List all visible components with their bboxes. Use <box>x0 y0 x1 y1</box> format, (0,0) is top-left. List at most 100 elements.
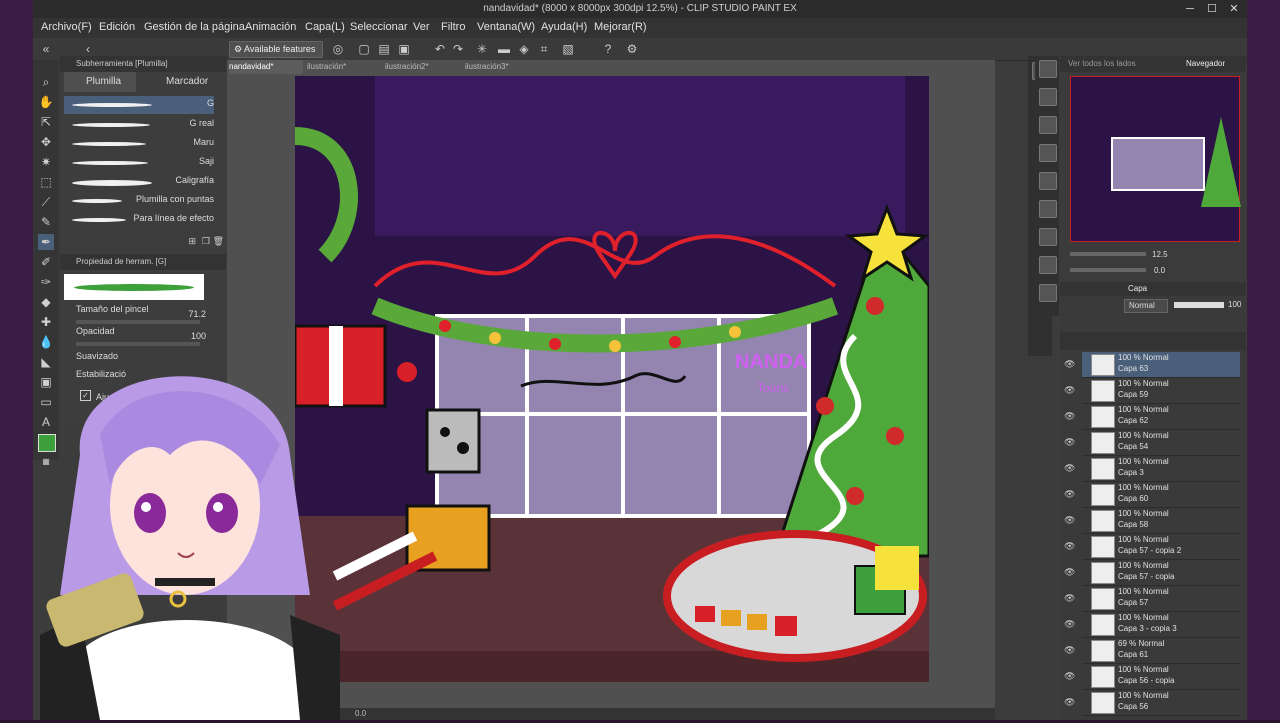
eye-icon[interactable]: 👁 <box>1064 411 1075 421</box>
hand-icon[interactable]: ✋ <box>38 94 54 110</box>
maximize-button[interactable]: ☐ <box>1201 0 1223 18</box>
eye-icon[interactable]: 👁 <box>1064 437 1075 447</box>
tab-ilustracion2[interactable]: ilustración2* <box>385 60 463 74</box>
clip-icon[interactable]: ◎ <box>331 42 345 56</box>
redo-icon[interactable]: ↷ <box>451 42 465 56</box>
brush-g[interactable]: G <box>64 96 214 114</box>
eye-icon[interactable]: 👁 <box>1064 593 1075 603</box>
menu-gestion-pagina[interactable]: Gestión de la página <box>144 21 245 33</box>
brush-size-value[interactable]: 71.2 <box>188 309 206 319</box>
minimize-button[interactable]: ─ <box>1179 0 1201 18</box>
search-layer-icon[interactable] <box>1039 256 1057 274</box>
zoom-icon[interactable]: ⌕ <box>38 74 54 90</box>
eye-icon[interactable]: 👁 <box>1064 541 1075 551</box>
tab-nandavidad[interactable]: nandavidad* <box>229 60 303 74</box>
open-icon[interactable]: ▤ <box>377 42 391 56</box>
layer-row[interactable]: 👁 100 % Normal Capa 63 <box>1064 352 1240 378</box>
tab-ilustracion3[interactable]: ilustración3* <box>465 60 543 74</box>
status-zoom[interactable]: 0.0 <box>355 709 366 718</box>
eraser-icon[interactable]: ◆ <box>38 294 54 310</box>
pen-active-icon[interactable]: ✒ <box>38 234 54 250</box>
zoom-value[interactable]: 12.5 <box>1152 250 1168 259</box>
menu-animacion[interactable]: Animación <box>245 21 296 33</box>
layer-row[interactable]: 👁 100 % Normal Capa 62 <box>1064 404 1240 430</box>
sparkle-tool-icon[interactable]: ✷ <box>38 154 54 170</box>
eye-icon[interactable]: 👁 <box>1064 567 1075 577</box>
blend-mode-select[interactable]: Normal <box>1124 299 1168 313</box>
brush-linea-efecto[interactable]: Para línea de efecto <box>64 211 214 229</box>
layer-row[interactable]: 👁 100 % Normal Capa 57 - copia 2 <box>1064 534 1240 560</box>
navigator-preview[interactable] <box>1070 76 1241 242</box>
layer-row[interactable]: 👁 100 % Normal Capa 3 - copia 3 <box>1064 612 1240 638</box>
eye-icon[interactable]: 👁 <box>1064 619 1075 629</box>
back-icon[interactable]: ‹ <box>81 42 95 56</box>
brush-saji[interactable]: Saji <box>64 154 214 172</box>
layer-row[interactable]: 👁 100 % Normal Capa 60 <box>1064 482 1240 508</box>
brush-maru[interactable]: Maru <box>64 135 214 153</box>
layer-opacity-slider[interactable] <box>1174 302 1224 308</box>
menu-ver[interactable]: Ver <box>413 21 430 33</box>
layer-property-icon[interactable] <box>1039 284 1057 302</box>
eye-icon[interactable]: 👁 <box>1064 489 1075 499</box>
tab-plumilla[interactable]: Plumilla <box>64 72 136 92</box>
menu-ayuda[interactable]: Ayuda(H) <box>541 21 587 33</box>
sparkle-icon[interactable]: ✳ <box>475 42 489 56</box>
tab-all-sides[interactable]: Ver todos los lados <box>1068 59 1136 68</box>
layer-row[interactable]: 👁 100 % Normal Capa 56 <box>1064 690 1240 716</box>
layer-row[interactable]: 👁 100 % Normal Capa 56 - copia <box>1064 664 1240 690</box>
tab-marcador[interactable]: Marcador <box>144 72 220 92</box>
crop-icon[interactable]: ⌗ <box>537 42 551 56</box>
menu-edicion[interactable]: Edición <box>99 21 135 33</box>
rotation-value[interactable]: 0.0 <box>1154 266 1165 275</box>
eye-icon[interactable]: 👁 <box>1064 671 1075 681</box>
brush-plumilla-puntas[interactable]: Plumilla con puntas <box>64 192 214 210</box>
eye-icon[interactable]: 👁 <box>1064 359 1075 369</box>
menu-mejorar[interactable]: Mejorar(R) <box>594 21 647 33</box>
rotation-slider[interactable] <box>1070 268 1146 272</box>
undo-icon[interactable]: ↶ <box>433 42 447 56</box>
layer-row[interactable]: 👁 100 % Normal Capa 59 <box>1064 378 1240 404</box>
intermediate-color-icon[interactable] <box>1039 144 1057 162</box>
blend-icon[interactable]: ✚ <box>38 314 54 330</box>
layer-row[interactable]: 👁 100 % Normal Capa 54 <box>1064 430 1240 456</box>
help-icon[interactable]: ? <box>601 42 615 56</box>
menu-ventana[interactable]: Ventana(W) <box>477 21 535 33</box>
brush-icon[interactable]: ✐ <box>38 254 54 270</box>
settings-icon[interactable]: ⚙ <box>625 42 639 56</box>
close-button[interactable]: ✕ <box>1223 0 1245 18</box>
layer-row[interactable]: 👁 69 % Normal Capa 61 <box>1064 638 1240 664</box>
object-icon[interactable]: ⇱ <box>38 114 54 130</box>
new-file-icon[interactable]: ▢ <box>357 42 371 56</box>
eye-icon[interactable]: 👁 <box>1064 645 1075 655</box>
marquee-icon[interactable]: ⬚ <box>38 174 54 190</box>
eye-icon[interactable]: 👁 <box>1064 697 1075 707</box>
zoom-slider[interactable] <box>1070 252 1146 256</box>
fill-icon[interactable]: ▬ <box>497 42 511 56</box>
menu-seleccionar[interactable]: Seleccionar <box>350 21 407 33</box>
menu-capa[interactable]: Capa(L) <box>305 21 345 33</box>
eye-icon[interactable]: 👁 <box>1064 515 1075 525</box>
eyedropper-icon[interactable]: ⟋ <box>38 194 54 210</box>
move-icon[interactable]: ✥ <box>38 134 54 150</box>
brush-g-real[interactable]: G real <box>64 116 214 134</box>
menu-archivo[interactable]: Archivo(F) <box>41 21 92 33</box>
menu-filtro[interactable]: Filtro <box>441 21 465 33</box>
drawing-canvas[interactable]: NANDA Toons <box>295 76 929 682</box>
brush-caligrafia[interactable]: Caligrafía <box>64 173 214 191</box>
material-icon[interactable] <box>1039 228 1057 246</box>
pen-icon[interactable]: ✎ <box>38 214 54 230</box>
color-set-icon[interactable] <box>1039 116 1057 134</box>
available-features-button[interactable]: ⚙ Available features <box>229 41 323 58</box>
color-wheel-icon[interactable] <box>1039 60 1057 78</box>
collapse-icon[interactable]: « <box>39 42 53 56</box>
delete-subtool-icon[interactable]: 🗑 <box>213 236 224 247</box>
eye-icon[interactable]: 👁 <box>1064 463 1075 473</box>
layer-row[interactable]: 👁 100 % Normal Capa 3 <box>1064 456 1240 482</box>
tab-ilustracion[interactable]: ilustración* <box>307 60 381 74</box>
layer-opacity-value[interactable]: 100 <box>1228 300 1241 309</box>
layer-row[interactable]: 👁 100 % Normal Capa 57 - copia <box>1064 560 1240 586</box>
layer-row[interactable]: 👁 100 % Normal Capa 57 <box>1064 586 1240 612</box>
save-icon[interactable]: ▣ <box>397 42 411 56</box>
color-slider-icon[interactable] <box>1039 88 1057 106</box>
approx-color-icon[interactable] <box>1039 172 1057 190</box>
